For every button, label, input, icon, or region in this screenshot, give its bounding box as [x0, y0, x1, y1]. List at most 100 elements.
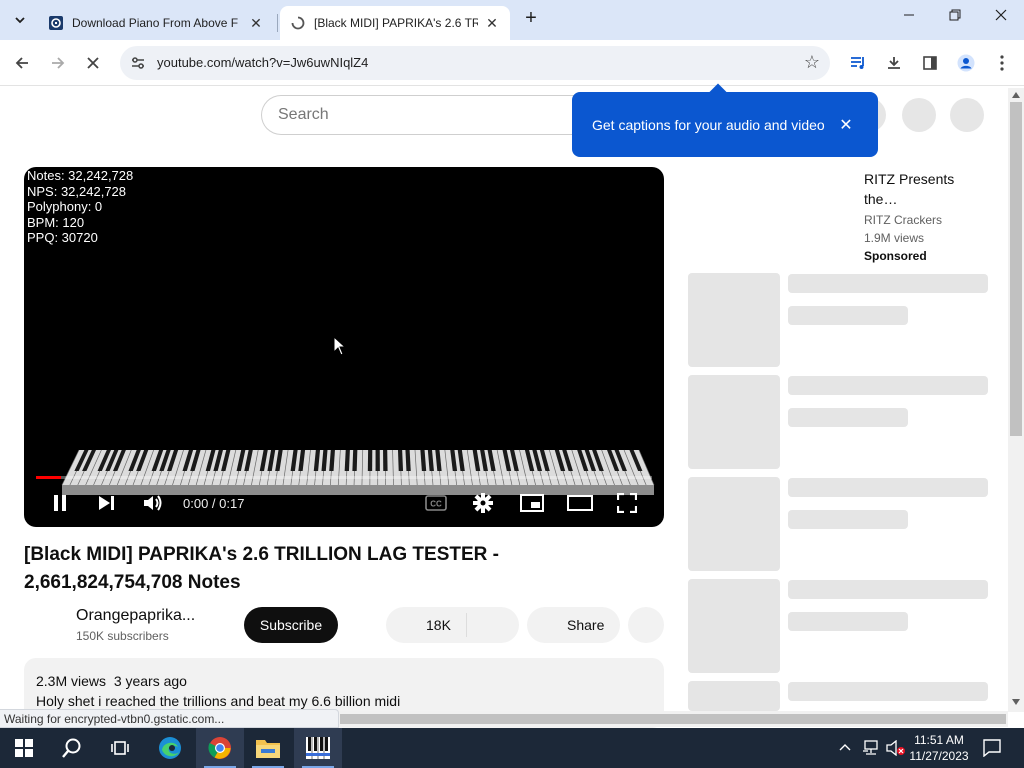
new-tab-button[interactable]: + — [520, 8, 542, 30]
skeleton-thumbnail — [688, 273, 780, 367]
stat-bpm: BPM: 120 — [27, 214, 85, 230]
network-icon[interactable] — [862, 740, 880, 756]
tab-close-icon[interactable]: ✕ — [484, 15, 500, 32]
midi-stats-overlay: Notes: 32,242,728 NPS: 32,242,728 Polyph… — [27, 168, 133, 246]
scroll-up-icon[interactable] — [1012, 92, 1020, 98]
channel-name[interactable]: Orangepaprika... — [76, 607, 206, 625]
fullscreen-icon — [617, 493, 637, 513]
skeleton-thumbnail — [688, 681, 780, 711]
chrome-icon — [208, 737, 231, 759]
downloads-button[interactable] — [882, 51, 906, 75]
player-controls: 0:00 / 0:17 CC — [24, 489, 664, 517]
ad-title[interactable]: RITZ Presents the… — [864, 169, 974, 209]
vertical-scroll-thumb[interactable] — [1010, 102, 1022, 436]
minimize-button[interactable] — [894, 8, 924, 32]
search-icon — [62, 738, 81, 758]
piano-from-above-taskbar-button[interactable] — [294, 728, 342, 768]
kebab-menu-icon — [1000, 55, 1004, 71]
svg-text:CC: CC — [430, 500, 442, 509]
stat-nps: NPS: 32,242,728 — [27, 183, 127, 199]
task-view-button[interactable] — [96, 728, 144, 768]
theater-mode-button[interactable] — [567, 491, 593, 515]
fullscreen-button[interactable] — [615, 491, 639, 515]
tooltip-arrow — [709, 83, 727, 101]
file-explorer-taskbar-button[interactable] — [244, 728, 292, 768]
stop-icon — [87, 57, 99, 69]
video-title: [Black MIDI] PAPRIKA's 2.6 TRILLION LAG … — [24, 544, 499, 593]
channel-avatar[interactable] — [24, 609, 64, 649]
restore-icon — [949, 9, 961, 21]
forward-button[interactable] — [46, 51, 70, 75]
horizontal-scroll-thumb[interactable] — [340, 714, 1006, 724]
windows-logo-icon — [15, 739, 33, 757]
header-button-placeholder[interactable] — [902, 98, 936, 132]
skeleton-line — [788, 306, 908, 325]
address-bar[interactable]: youtube.com/watch?v=Jw6uwNIqlZ4 ☆ — [120, 46, 830, 80]
time-display: 0:00 / 0:17 — [183, 496, 245, 511]
skeleton-line — [788, 510, 908, 529]
side-panel-button[interactable] — [918, 51, 942, 75]
show-hidden-icons-icon[interactable] — [839, 743, 851, 751]
more-actions-button[interactable] — [628, 607, 664, 643]
chevron-down-icon — [15, 17, 25, 24]
search-input[interactable] — [262, 96, 562, 134]
volume-button[interactable] — [141, 491, 165, 515]
upload-age: 3 years ago — [113, 673, 187, 689]
stat-ppq: PPQ: 30720 — [27, 230, 98, 245]
tab-piano-from-above[interactable]: Download Piano From Above F ✕ — [38, 6, 274, 40]
tab-close-icon[interactable]: ✕ — [248, 15, 264, 32]
media-controls-button[interactable] — [846, 51, 870, 75]
captions-button[interactable]: CC — [424, 491, 448, 515]
pause-button[interactable] — [48, 491, 72, 515]
scroll-down-icon[interactable] — [1012, 699, 1020, 705]
next-button[interactable] — [94, 491, 118, 515]
stop-loading-button[interactable] — [81, 51, 105, 75]
tooltip-close-icon[interactable]: ✕ — [838, 115, 854, 135]
arrow-left-icon — [15, 57, 28, 69]
tab-divider — [277, 14, 278, 32]
bookmark-star-icon[interactable]: ☆ — [804, 52, 820, 73]
clock-time: 11:51 AM — [914, 733, 964, 747]
arrow-right-icon — [52, 57, 65, 69]
site-info-icon[interactable] — [130, 55, 146, 71]
restore-button[interactable] — [940, 8, 970, 32]
tab-title: Download Piano From Above F — [72, 16, 239, 30]
skeleton-line — [788, 580, 988, 599]
taskbar-search-button[interactable] — [48, 728, 96, 768]
volume-muted-icon[interactable] — [886, 740, 906, 756]
edge-taskbar-button[interactable] — [146, 728, 194, 768]
like-dislike-pill — [386, 607, 519, 643]
notifications-icon[interactable] — [983, 739, 1001, 757]
windows-taskbar: 11:51 AM 11/27/2023 — [0, 728, 1024, 768]
piano-from-above-icon — [306, 737, 330, 759]
like-button[interactable]: 18K — [426, 617, 451, 633]
profile-button[interactable] — [954, 51, 978, 75]
skeleton-line — [788, 376, 988, 395]
back-button[interactable] — [10, 51, 34, 75]
subscribe-button[interactable]: Subscribe — [244, 607, 338, 643]
file-explorer-icon — [256, 740, 280, 758]
youtube-search-box — [261, 95, 601, 135]
taskbar-clock[interactable]: 11:51 AM 11/27/2023 — [908, 732, 970, 764]
miniplayer-button[interactable] — [519, 491, 545, 515]
share-label: Share — [567, 617, 605, 633]
view-count: 2.3M views — [36, 673, 107, 689]
close-window-button[interactable] — [986, 8, 1016, 32]
cc-icon: CC — [425, 495, 447, 511]
url-text: youtube.com/watch?v=Jw6uwNIqlZ4 — [157, 55, 369, 70]
skeleton-thumbnail — [688, 579, 780, 673]
avatar-placeholder[interactable] — [950, 98, 984, 132]
volume-icon — [144, 495, 162, 511]
download-icon — [888, 57, 900, 69]
skeleton-line — [788, 612, 908, 631]
subscriber-count: 150K subscribers — [76, 629, 169, 643]
pause-icon — [54, 495, 66, 511]
chrome-taskbar-button[interactable] — [196, 728, 244, 768]
progress-bar[interactable] — [36, 476, 652, 479]
chrome-menu-button[interactable] — [990, 51, 1014, 75]
tab-black-midi-video[interactable]: [Black MIDI] PAPRIKA's 2.6 TRILLION ✕ — [280, 6, 510, 40]
tab-search-button[interactable] — [8, 8, 32, 32]
browser-toolbar: youtube.com/watch?v=Jw6uwNIqlZ4 ☆ — [0, 40, 1024, 86]
settings-button[interactable] — [471, 491, 495, 515]
start-button[interactable] — [0, 728, 48, 768]
